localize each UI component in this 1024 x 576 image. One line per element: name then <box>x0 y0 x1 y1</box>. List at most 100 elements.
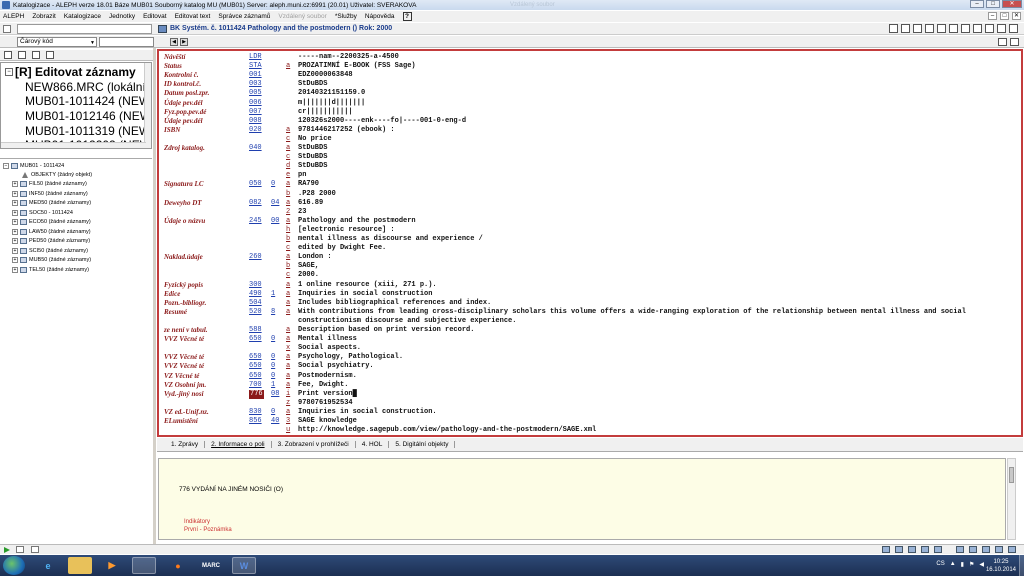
field-value[interactable]: cr||||||||||| <box>298 108 353 117</box>
inner-minimize-button[interactable]: – <box>988 12 997 20</box>
field-tag[interactable]: 260 <box>249 253 262 262</box>
marc-field-row[interactable]: VZ Osobní jm. 700 1 a Fee, Dwight. <box>159 381 1019 390</box>
field-value[interactable]: EDZ0000063848 <box>298 71 353 80</box>
expand-icon[interactable]: + <box>12 257 18 263</box>
minimize-button[interactable]: – <box>970 0 984 8</box>
record-list-item[interactable]: NEW866.MRC (lokální) <box>25 80 150 94</box>
field-tag[interactable]: 650 <box>249 353 262 362</box>
tree-root[interactable]: − MUB01 - 1011424 <box>3 163 64 169</box>
tree-item[interactable]: + FIL50 (žádné záznamy) <box>12 181 87 187</box>
expand-icon[interactable]: + <box>12 229 18 235</box>
marc-field-row[interactable]: Vyd.-jiný nosi 776 08 i Print version█ <box>159 389 1019 399</box>
marc-field-row[interactable]: Resumé 520 8 a With contributions from leadi… <box>159 308 1019 317</box>
field-value[interactable]: 9780761952534 <box>298 399 353 408</box>
record-list-item[interactable]: MUB01-1011319 (NEW8 <box>25 124 151 138</box>
vertical-scrollbar[interactable] <box>144 63 151 148</box>
marc-field-row[interactable]: Fyz.pop.pev.dé 007 cr||||||||||| <box>159 108 1019 117</box>
help-icon[interactable]: ? <box>402 12 412 21</box>
marc-field-row[interactable]: Návěští LDR -----nam--2200325-a-4500 <box>159 53 1019 62</box>
status-tool-icon[interactable] <box>921 546 929 553</box>
field-tag[interactable]: 700 <box>249 381 262 390</box>
marc-field-row[interactable]: VVZ Věcné té 650 0 a Psychology, Pathologica… <box>159 353 1019 362</box>
upload-icon[interactable] <box>985 24 994 33</box>
field-value[interactable]: Social aspects. <box>298 344 361 353</box>
grid-icon[interactable] <box>949 24 958 33</box>
field-value[interactable]: StDuBDS <box>298 162 327 171</box>
field-value[interactable]: StDuBDS <box>298 80 327 89</box>
nav-forward-icon[interactable]: ▶ <box>180 38 188 46</box>
marc-field-row[interactable]: u http://knowledge.sagepub.com/view/patho… <box>159 426 1019 435</box>
subfield-code[interactable]: i <box>286 390 290 399</box>
marc-editor[interactable]: Návěští LDR -----nam--2200325-a-4500 Status… <box>157 49 1023 437</box>
marc-field-row[interactable]: ISBN 020 a 9781446217252 (ebook) : <box>159 126 1019 135</box>
field-tag[interactable]: 490 <box>249 290 262 299</box>
field-tag[interactable]: 005 <box>249 89 262 98</box>
field-value[interactable]: Description based on print version recor… <box>298 326 474 335</box>
tab-field-info[interactable]: 2. Informace o poli <box>205 441 272 448</box>
subfield-code[interactable]: a <box>286 362 290 371</box>
horizontal-scrollbar[interactable] <box>1 142 146 148</box>
collapse-icon[interactable]: − <box>5 68 13 76</box>
subfield-code[interactable]: 3 <box>286 417 290 426</box>
field-tag[interactable]: 001 <box>249 71 262 80</box>
field-value[interactable]: StDuBDS <box>298 153 327 162</box>
marc-field-row[interactable]: c edited by Dwight Fee. <box>159 244 1019 253</box>
subfield-code[interactable]: a <box>286 372 290 381</box>
field-tag[interactable]: 006 <box>249 99 262 108</box>
field-value[interactable]: edited by Dwight Fee. <box>298 244 386 253</box>
nav-back-icon[interactable]: ◀ <box>170 38 178 46</box>
field-tag[interactable]: STA <box>249 62 262 71</box>
open-icon[interactable] <box>901 24 910 33</box>
list-icon[interactable] <box>997 24 1006 33</box>
field-value[interactable]: Fee, Dwight. <box>298 381 348 390</box>
field-value[interactable]: 2000. <box>298 271 319 280</box>
book-icon[interactable] <box>1009 24 1018 33</box>
subfield-code[interactable]: a <box>286 326 290 335</box>
menu-napoveda[interactable]: Nápověda <box>365 13 395 20</box>
field-indicator[interactable]: 04 <box>271 199 279 208</box>
subfield-code[interactable]: c <box>286 244 290 253</box>
tray-arrow-icon[interactable]: ▲ <box>950 561 956 568</box>
marc-field-row[interactable]: Kontrolní č. 001 EDZ0000063848 <box>159 71 1019 80</box>
subfield-code[interactable]: d <box>286 162 290 171</box>
subfield-code[interactable]: a <box>286 381 290 390</box>
tree-item[interactable]: + ECO50 (žádné záznamy) <box>12 219 91 225</box>
field-value[interactable]: SAGE knowledge <box>298 417 357 426</box>
subfield-code[interactable]: u <box>286 426 290 435</box>
field-value[interactable]: mental illness as discourse and experien… <box>298 235 483 244</box>
close-button[interactable]: ✕ <box>1002 0 1022 8</box>
field-indicator[interactable]: 0 <box>271 335 275 344</box>
marc-field-row[interactable]: ze není v tabul. 588 a Description based on… <box>159 326 1019 335</box>
field-value[interactable]: .P28 2000 <box>298 190 336 199</box>
field-value[interactable]: Includes bibliographical references and … <box>298 299 491 308</box>
marc-field-row[interactable]: ID kontrol.č. 003 StDuBDS <box>159 80 1019 89</box>
marc-field-row[interactable]: Datum posl.zpr. 005 20140321151159.0 <box>159 89 1019 98</box>
subfield-code[interactable]: a <box>286 408 290 417</box>
field-tag[interactable]: 082 <box>249 199 262 208</box>
menu-editovat-text[interactable]: Editovat text <box>175 13 211 20</box>
field-tag[interactable]: 007 <box>249 108 262 117</box>
status-tool-icon[interactable] <box>882 546 890 553</box>
expand-icon[interactable]: + <box>12 200 18 206</box>
marc-field-row[interactable]: 2 23 <box>159 208 1019 217</box>
marc-field-row[interactable]: x Social aspects. <box>159 344 1019 353</box>
field-value[interactable]: Postmodernism. <box>298 372 357 381</box>
settings-icon[interactable] <box>998 38 1007 46</box>
subfield-code[interactable]: a <box>286 253 290 262</box>
inner-close-button[interactable]: ✕ <box>1012 12 1021 20</box>
play-icon[interactable] <box>4 547 10 553</box>
marc-field-row[interactable]: Údaje pev.dél 008 120326s2000----enk----fo… <box>159 117 1019 126</box>
marc-field-row[interactable]: Deweyho DT 082 04 a 616.89 <box>159 199 1019 208</box>
expand-icon[interactable]: + <box>12 219 18 225</box>
field-indicator[interactable]: 0 <box>271 180 275 189</box>
field-indicator[interactable]: 8 <box>271 308 275 317</box>
network-icon[interactable]: ▮ <box>961 561 964 568</box>
save-icon[interactable] <box>913 24 922 33</box>
subfield-code[interactable]: e <box>286 171 290 180</box>
marc-field-row[interactable]: ELumístění 856 40 3 SAGE knowledge <box>159 417 1019 426</box>
tree-item[interactable]: + SOC50 - 1011424 <box>12 210 73 216</box>
field-value[interactable]: PROZATIMNÍ E-BOOK (FSS Sage) <box>298 62 416 71</box>
show-desktop-button[interactable] <box>1019 555 1024 576</box>
status-tool-icon[interactable] <box>895 546 903 553</box>
field-indicator[interactable]: 1 <box>271 381 275 390</box>
